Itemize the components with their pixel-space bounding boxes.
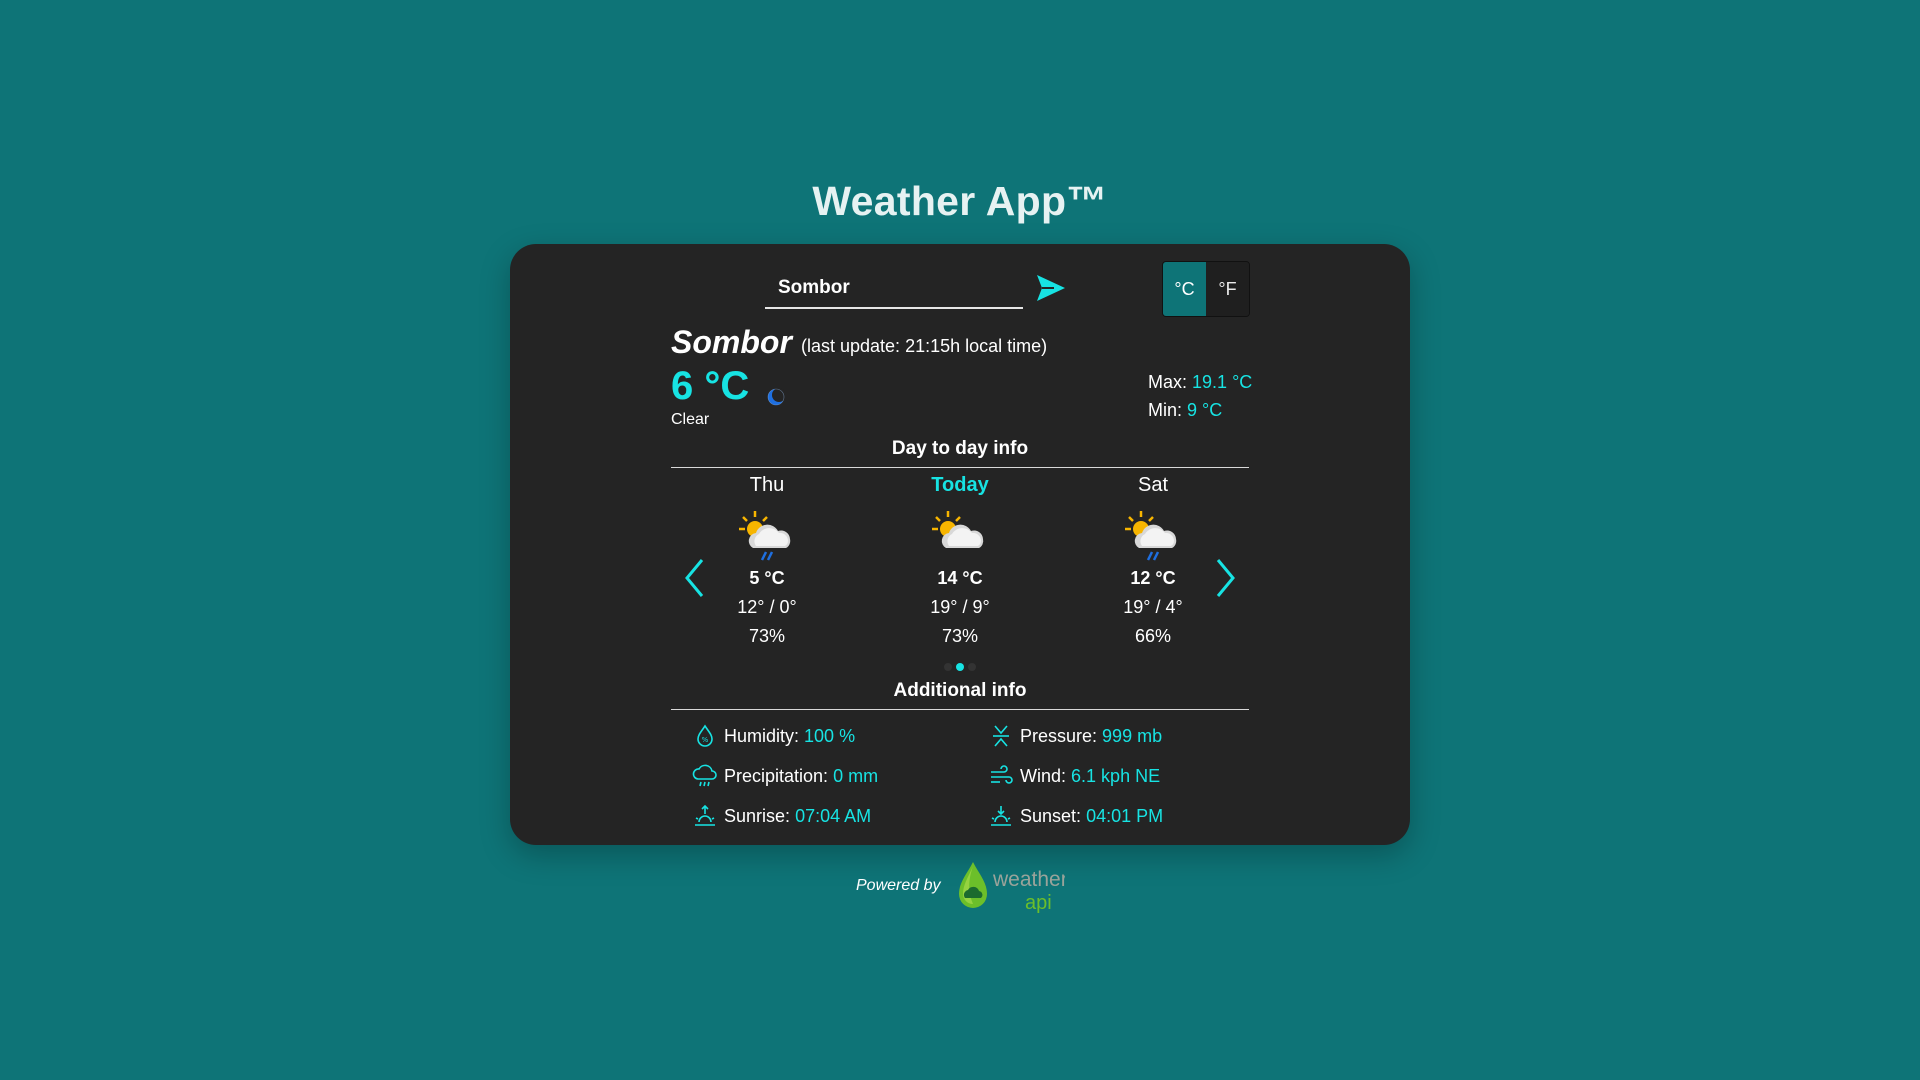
additional-divider: [671, 709, 1249, 710]
brand-text-top: weather: [992, 868, 1065, 891]
humidity-label: Humidity:: [724, 725, 800, 746]
carousel-dot-active[interactable]: [956, 663, 964, 671]
sunrise-value: 07:04 AM: [795, 805, 872, 826]
day-humidity: 73%: [941, 626, 979, 646]
celsius-button[interactable]: °C: [1163, 262, 1206, 316]
brand-text-bottom: api: [1025, 892, 1052, 914]
weatherapi-logo[interactable]: weather api: [955, 860, 1065, 916]
min-label: Min:: [1148, 400, 1183, 420]
sunrise-icon: [695, 804, 715, 826]
pressure-label: Pressure:: [1020, 725, 1098, 746]
app-title: Weather App™: [812, 178, 1108, 224]
weather-card: °C °F Sombor (last update: 21:15h local …: [510, 244, 1410, 845]
precipitation-icon: [692, 764, 717, 787]
day-name: Sat: [1137, 474, 1169, 496]
min-value: 9 °C: [1187, 400, 1223, 420]
sunrise-info: Sunrise: 07:04 AM: [692, 803, 871, 829]
day-range: 19° / 9°: [930, 597, 990, 617]
wind-icon: [991, 765, 1013, 784]
day-name: Thu: [749, 474, 785, 496]
humidity-info: % Humidity: 100 %: [692, 723, 855, 749]
day-temperature: 12 °C: [1130, 568, 1176, 588]
location-name: Sombor: [671, 324, 792, 360]
day-humidity: 73%: [748, 626, 786, 646]
partly-cloudy-rain-icon: [739, 511, 791, 561]
svg-text:%: %: [702, 736, 709, 744]
forecast-divider: [671, 467, 1249, 468]
forecast-day: Thu 5 °C 12° / 0° 73%: [702, 474, 832, 647]
humidity-value: 100 %: [804, 725, 856, 746]
wind-value: 6.1 kph NE: [1071, 765, 1161, 786]
max-label: Max:: [1148, 372, 1188, 392]
day-range: 19° / 4°: [1123, 597, 1183, 617]
last-update: (last update: 21:15h local time): [801, 336, 1048, 356]
sunrise-label: Sunrise:: [724, 805, 791, 826]
max-min-box: Max: 19.1 °C Min: 9 °C: [1148, 368, 1252, 424]
search-field: [765, 269, 1023, 309]
forecast-day-today: Today 14 °C 19° / 9° 73%: [895, 474, 1025, 647]
precipitation-label: Precipitation:: [724, 765, 829, 786]
max-value: 19.1 °C: [1192, 372, 1253, 392]
humidity-icon: %: [697, 724, 713, 747]
sunset-icon: [991, 806, 1011, 826]
forecast-title: Day to day info: [891, 438, 1029, 459]
carousel-dots: [940, 662, 980, 672]
pressure-value: 999 mb: [1102, 725, 1163, 746]
pressure-info: Pressure: 999 mb: [988, 723, 1162, 749]
current-condition: Clear: [671, 411, 710, 428]
unit-toggle: °C °F: [1162, 261, 1250, 317]
forecast-day: Sat 12 °C 19° / 4° 66%: [1088, 474, 1218, 647]
max-row: Max: 19.1 °C: [1148, 368, 1252, 396]
carousel-dot[interactable]: [968, 663, 976, 671]
day-temperature: 5 °C: [749, 568, 785, 588]
precipitation-value: 0 mm: [833, 765, 879, 786]
precipitation-info: Precipitation: 0 mm: [692, 763, 878, 789]
day-range: 12° / 0°: [737, 597, 797, 617]
wind-info: Wind: 6.1 kph NE: [988, 763, 1160, 789]
send-icon[interactable]: [1034, 271, 1068, 305]
partly-cloudy-icon: [932, 511, 984, 548]
powered-by-label: Powered by: [856, 877, 941, 894]
wind-label: Wind:: [1020, 765, 1067, 786]
additional-title: Additional info: [893, 680, 1027, 701]
sunset-label: Sunset:: [1020, 805, 1082, 826]
carousel-dot[interactable]: [944, 663, 952, 671]
fahrenheit-button[interactable]: °F: [1206, 262, 1249, 316]
current-temperature: 6 °C: [671, 364, 750, 408]
moon-icon: [767, 388, 786, 406]
day-humidity: 66%: [1134, 626, 1172, 646]
pressure-icon: [993, 725, 1009, 747]
sunset-info: Sunset: 04:01 PM: [988, 803, 1163, 829]
sunset-value: 04:01 PM: [1086, 805, 1164, 826]
day-temperature: 14 °C: [937, 568, 983, 588]
search-input[interactable]: [765, 269, 1023, 307]
min-row: Min: 9 °C: [1148, 396, 1252, 424]
day-name: Today: [931, 474, 989, 496]
partly-cloudy-rain-icon: [1125, 511, 1177, 561]
